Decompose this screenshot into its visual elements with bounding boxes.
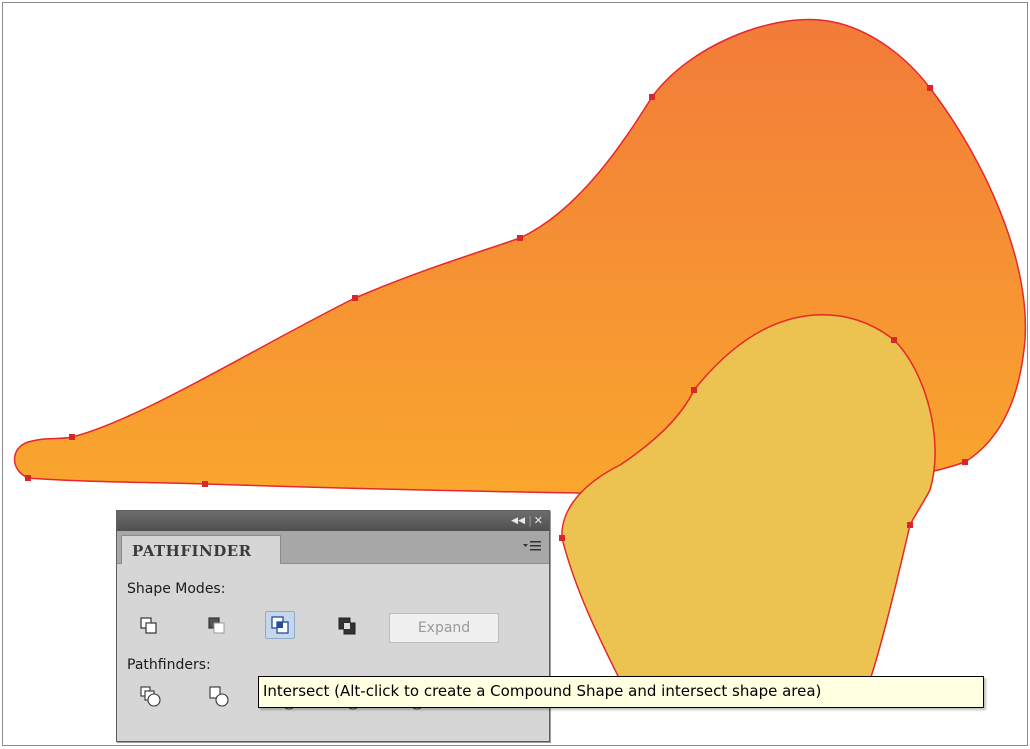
- anchor-point[interactable]: [907, 522, 913, 528]
- anchor-point[interactable]: [352, 295, 358, 301]
- minus-front-icon: [208, 617, 225, 634]
- exclude-button[interactable]: [333, 613, 361, 639]
- anchor-point[interactable]: [962, 459, 968, 465]
- anchor-point[interactable]: [691, 387, 697, 393]
- panel-menu-icon[interactable]: [523, 540, 541, 554]
- panel-title: PATHFINDER: [132, 542, 252, 560]
- titlebar-separator: |: [528, 514, 532, 527]
- anchor-point[interactable]: [927, 85, 933, 91]
- double-left-arrow-icon[interactable]: ◀◀: [511, 514, 525, 528]
- trim-icon: [209, 686, 229, 707]
- shape-modes-label: Shape Modes:: [127, 581, 226, 597]
- divide-icon: [140, 686, 161, 707]
- expand-button[interactable]: Expand: [389, 613, 499, 643]
- exclude-icon: [338, 617, 356, 635]
- anchor-point[interactable]: [649, 94, 655, 100]
- anchor-point[interactable]: [517, 235, 523, 241]
- panel-titlebar[interactable]: ◀◀ | ✕: [117, 511, 549, 531]
- minus-front-button[interactable]: [203, 613, 231, 639]
- unite-button[interactable]: [135, 613, 163, 639]
- divide-button[interactable]: [137, 683, 165, 709]
- intersect-icon: [271, 616, 289, 634]
- trim-button[interactable]: [205, 683, 233, 709]
- intersect-tooltip: Intersect (Alt-click to create a Compoun…: [258, 676, 984, 708]
- pathfinders-label: Pathfinders:: [127, 657, 211, 673]
- intersect-button[interactable]: [265, 611, 295, 639]
- anchor-point[interactable]: [202, 481, 208, 487]
- anchor-point[interactable]: [559, 535, 565, 541]
- tab-pathfinder[interactable]: PATHFINDER: [121, 535, 281, 564]
- anchor-point[interactable]: [69, 434, 75, 440]
- anchor-point[interactable]: [25, 475, 31, 481]
- anchor-point[interactable]: [891, 337, 897, 343]
- unite-icon: [140, 617, 157, 634]
- close-icon[interactable]: ✕: [534, 514, 543, 528]
- panel-tab-strip: PATHFINDER: [117, 531, 549, 564]
